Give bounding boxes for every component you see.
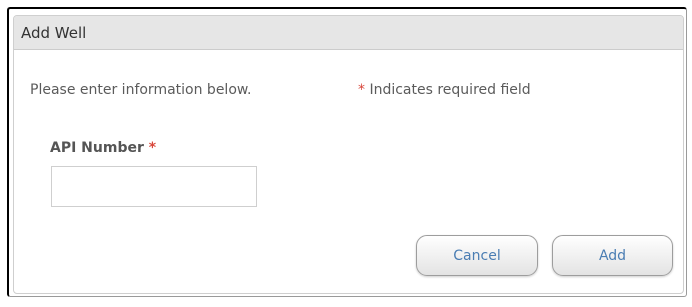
add-well-dialog: Add Well Please enter information below.… xyxy=(7,7,687,297)
required-field-note: * Indicates required field xyxy=(358,82,531,98)
required-star: * xyxy=(358,82,365,98)
api-number-label-text: API Number xyxy=(50,140,144,156)
dialog-title: Add Well xyxy=(21,24,87,42)
api-number-input[interactable] xyxy=(51,166,257,207)
dialog-titlebar: Add Well xyxy=(14,16,683,50)
required-note-text: Indicates required field xyxy=(369,82,531,98)
intro-text: Please enter information below. xyxy=(30,82,252,98)
cancel-button[interactable]: Cancel xyxy=(416,235,538,276)
add-button[interactable]: Add xyxy=(552,235,673,276)
api-number-label: API Number * xyxy=(50,140,156,156)
api-number-required-star: * xyxy=(148,140,157,156)
